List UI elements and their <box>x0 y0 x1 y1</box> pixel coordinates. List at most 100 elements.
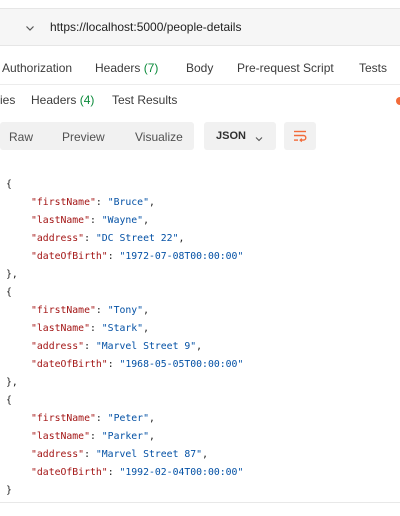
json-value: "Stark" <box>101 323 144 334</box>
tab-label: Tests <box>359 61 388 75</box>
json-field-line: "lastName": "Parker", <box>0 428 155 446</box>
format-select[interactable]: JSON <box>204 122 276 150</box>
json-value: "Marvel Street 87" <box>95 449 203 460</box>
view-toolbar: Raw Preview Visualize JSON <box>0 120 400 154</box>
comma: , <box>196 341 203 352</box>
view-mode-group: Raw Preview Visualize <box>0 122 194 150</box>
tab-headers[interactable]: Headers (7) <box>95 61 158 75</box>
json-value: "1972-07-08T00:00:00" <box>119 251 244 262</box>
json-key: "lastName" <box>31 323 90 334</box>
json-field-line: "dateOfBirth": "1972-07-08T00:00:00" <box>0 248 243 266</box>
tab-test-results[interactable]: Test Results <box>112 93 177 107</box>
json-value: "Bruce" <box>107 197 149 208</box>
colon: : <box>89 215 102 226</box>
divider <box>0 502 400 503</box>
json-key: "lastName" <box>31 215 90 226</box>
colon: : <box>84 449 96 460</box>
json-field-line: "firstName": "Peter", <box>0 410 155 428</box>
comma: , <box>143 305 149 316</box>
tab-label: Test Results <box>112 93 178 107</box>
colon: : <box>107 251 120 262</box>
json-value: "Parker" <box>101 431 149 442</box>
json-value: "Peter" <box>107 413 149 424</box>
status-dot <box>396 97 400 105</box>
tab-authorization[interactable]: Authorization <box>2 61 72 75</box>
object-open-line: { <box>0 284 12 302</box>
format-label: JSON <box>216 130 246 142</box>
request-tabs: Authorization Headers (7) Body Pre-reque… <box>0 52 400 85</box>
view-visualize-button[interactable]: Visualize <box>135 130 183 144</box>
brace: } <box>6 485 12 496</box>
json-key: "dateOfBirth" <box>31 251 108 262</box>
json-value: "Tony" <box>107 305 144 316</box>
tab-response-headers[interactable]: Headers (4) <box>31 93 94 107</box>
colon: : <box>95 197 108 208</box>
object-open-line: { <box>0 392 12 410</box>
object-close-line: }, <box>0 374 18 392</box>
view-raw-button[interactable]: Raw <box>9 130 33 144</box>
colon: : <box>89 431 102 442</box>
wrap-lines-button[interactable] <box>284 122 316 150</box>
comma: , <box>143 323 149 334</box>
comma: , <box>148 413 155 424</box>
response-tabs: ies Headers (4) Test Results <box>0 86 400 114</box>
json-key: "firstName" <box>31 197 96 208</box>
colon: : <box>84 341 96 352</box>
json-field-line: "lastName": "Wayne", <box>0 212 149 230</box>
tab-pre-request-script[interactable]: Pre-request Script <box>237 61 334 75</box>
json-field-line: "address": "Marvel Street 9", <box>0 338 202 356</box>
view-preview-button[interactable]: Preview <box>62 130 105 144</box>
chevron-down-icon <box>254 131 264 142</box>
brace: }, <box>6 269 18 280</box>
json-key: "firstName" <box>31 305 96 316</box>
colon: : <box>84 233 96 244</box>
tab-label: Authorization <box>2 61 73 75</box>
colon: : <box>89 323 102 334</box>
colon: : <box>95 305 108 316</box>
json-key: "firstName" <box>31 413 96 424</box>
wrap-lines-icon <box>294 130 307 143</box>
object-close-line: }, <box>0 266 18 284</box>
tab-count: (7) <box>143 61 159 75</box>
json-value: "Marvel Street 9" <box>95 341 197 352</box>
tab-label: Headers <box>31 93 77 107</box>
json-value: "DC Street 22" <box>95 233 179 244</box>
comma: , <box>148 197 155 208</box>
json-value: "1968-05-05T00:00:00" <box>119 359 244 370</box>
comma: , <box>202 449 208 460</box>
json-key: "dateOfBirth" <box>31 359 108 370</box>
tab-cookies[interactable]: ies <box>0 93 15 107</box>
postman-response-panel: https://localhost:5000/people-details Au… <box>0 0 400 516</box>
json-field-line: "dateOfBirth": "1968-05-05T00:00:00" <box>0 356 243 374</box>
url-input[interactable]: https://localhost:5000/people-details <box>50 20 241 34</box>
json-field-line: "lastName": "Stark", <box>0 320 149 338</box>
comma: , <box>143 215 149 226</box>
json-value: "1992-02-04T00:00:00" <box>119 467 244 478</box>
json-field-line: "dateOfBirth": "1992-02-04T00:00:00" <box>0 464 243 482</box>
json-field-line: "firstName": "Tony", <box>0 302 149 320</box>
colon: : <box>95 413 108 424</box>
json-field-line: "firstName": "Bruce", <box>0 194 155 212</box>
url-bar[interactable]: https://localhost:5000/people-details <box>0 8 400 46</box>
colon: : <box>107 467 120 478</box>
json-field-line: "address": "DC Street 22", <box>0 230 184 248</box>
tab-label: Headers <box>95 61 141 75</box>
json-key: "lastName" <box>31 431 90 442</box>
object-close-line: } <box>0 482 12 500</box>
tab-body[interactable]: Body <box>186 61 213 75</box>
comma: , <box>178 233 185 244</box>
brace: { <box>6 179 12 190</box>
json-key: "address" <box>31 449 85 460</box>
json-key: "dateOfBirth" <box>31 467 108 478</box>
chevron-down-icon[interactable] <box>24 21 36 33</box>
tab-label: Pre-request Script <box>237 61 334 75</box>
tab-count: (4) <box>79 93 95 107</box>
object-open-line: { <box>0 176 12 194</box>
tab-tests[interactable]: Tests <box>359 61 387 75</box>
brace: { <box>6 287 12 298</box>
json-value: "Wayne" <box>101 215 144 226</box>
json-field-line: "address": "Marvel Street 87", <box>0 446 208 464</box>
colon: : <box>107 359 120 370</box>
json-key: "address" <box>31 233 85 244</box>
brace: }, <box>6 377 18 388</box>
